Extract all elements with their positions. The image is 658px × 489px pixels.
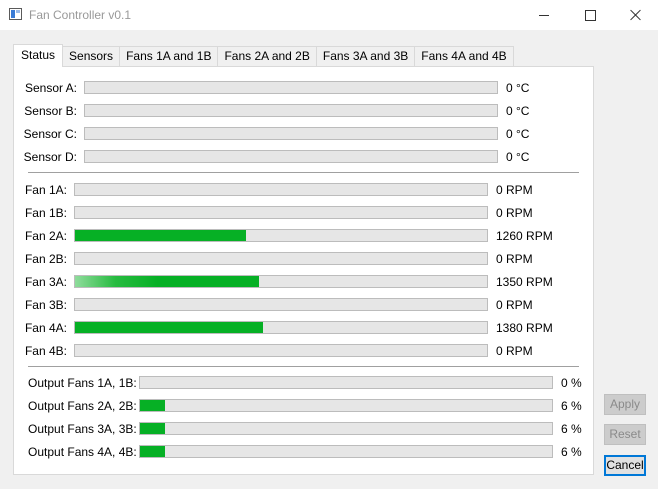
fan-2b-value: 0 RPM — [496, 252, 533, 266]
output-4a-4b-value: 6 % — [561, 445, 582, 459]
minimize-button[interactable] — [521, 0, 567, 30]
tab-status[interactable]: Status — [13, 44, 64, 67]
fan-4a-label: Fan 4A: — [24, 321, 67, 335]
sensor-b-bar — [84, 104, 498, 117]
fan-4b-label: Fan 4B: — [24, 344, 67, 358]
sensor-a-bar — [84, 81, 498, 94]
apply-button[interactable]: Apply — [604, 394, 646, 415]
fan-3a-value: 1350 RPM — [496, 275, 553, 289]
fan-1b-label: Fan 1B: — [24, 206, 67, 220]
sensor-c-value: 0 °C — [506, 127, 530, 141]
output-3a-3b-bar — [139, 422, 553, 435]
output-2a-2b-bar-fill — [140, 400, 165, 411]
tab-fans-3a-3b[interactable]: Fans 3A and 3B — [316, 46, 416, 67]
fan-4a-bar-fill — [75, 322, 263, 333]
output-3a-3b-label: Output Fans 3A, 3B: — [28, 422, 137, 436]
fan-4b-value: 0 RPM — [496, 344, 533, 358]
fan-3b-bar — [74, 298, 488, 311]
fan-1a-label: Fan 1A: — [24, 183, 67, 197]
sensor-d-label: Sensor D: — [23, 150, 77, 164]
fan-1b-bar — [74, 206, 488, 219]
fan-2a-value: 1260 RPM — [496, 229, 553, 243]
sensor-a-label: Sensor A: — [24, 81, 77, 95]
fan-3a-bar — [74, 275, 488, 288]
output-1a-1b-bar — [139, 376, 553, 389]
close-button[interactable] — [613, 0, 658, 30]
output-1a-1b-label: Output Fans 1A, 1B: — [28, 376, 137, 390]
output-2a-2b-value: 6 % — [561, 399, 582, 413]
fan-3a-label: Fan 3A: — [24, 275, 67, 289]
close-icon — [630, 9, 642, 21]
fan-2b-bar — [74, 252, 488, 265]
output-2a-2b-label: Output Fans 2A, 2B: — [28, 399, 137, 413]
separator — [28, 366, 579, 367]
fan-1a-bar — [74, 183, 488, 196]
fan-3b-label: Fan 3B: — [24, 298, 67, 312]
separator — [28, 172, 579, 173]
fan-2a-bar-fill — [75, 230, 246, 241]
sensor-d-value: 0 °C — [506, 150, 530, 164]
output-4a-4b-bar-fill — [140, 446, 165, 457]
fan-2a-label: Fan 2A: — [24, 229, 67, 243]
fan-1b-value: 0 RPM — [496, 206, 533, 220]
title-bar: Fan Controller v0.1 — [0, 0, 658, 30]
maximize-button[interactable] — [567, 0, 613, 30]
output-4a-4b-label: Output Fans 4A, 4B: — [28, 445, 137, 459]
fan-2a-bar — [74, 229, 488, 242]
tab-bar: Status Sensors Fans 1A and 1B Fans 2A an… — [13, 44, 514, 67]
tab-fans-2a-2b[interactable]: Fans 2A and 2B — [218, 46, 317, 67]
window-title: Fan Controller v0.1 — [29, 8, 132, 22]
fan-2b-label: Fan 2B: — [24, 252, 67, 266]
reset-button[interactable]: Reset — [604, 424, 646, 445]
fan-3b-value: 0 RPM — [496, 298, 533, 312]
app-window-icon — [9, 8, 22, 20]
output-3a-3b-value: 6 % — [561, 422, 582, 436]
tab-sensors[interactable]: Sensors — [63, 46, 121, 67]
output-2a-2b-bar — [139, 399, 553, 412]
sensor-b-label: Sensor B: — [24, 104, 77, 118]
fan-4a-value: 1380 RPM — [496, 321, 553, 335]
output-3a-3b-bar-fill — [140, 423, 165, 434]
output-4a-4b-bar — [139, 445, 553, 458]
sensor-c-label: Sensor C: — [23, 127, 77, 141]
output-1a-1b-value: 0 % — [561, 376, 582, 390]
fan-4b-bar — [74, 344, 488, 357]
sensor-b-value: 0 °C — [506, 104, 530, 118]
fan-3a-bar-fill — [75, 276, 259, 287]
tab-fans-1a-1b[interactable]: Fans 1A and 1B — [120, 46, 219, 67]
sensor-a-value: 0 °C — [506, 81, 530, 95]
cancel-button[interactable]: Cancel — [604, 455, 646, 476]
tab-fans-4a-4b[interactable]: Fans 4A and 4B — [415, 46, 514, 67]
fan-4a-bar — [74, 321, 488, 334]
maximize-icon — [584, 9, 596, 21]
fan-1a-value: 0 RPM — [496, 183, 533, 197]
minimize-icon — [539, 14, 549, 16]
sensor-d-bar — [84, 150, 498, 163]
sensor-c-bar — [84, 127, 498, 140]
